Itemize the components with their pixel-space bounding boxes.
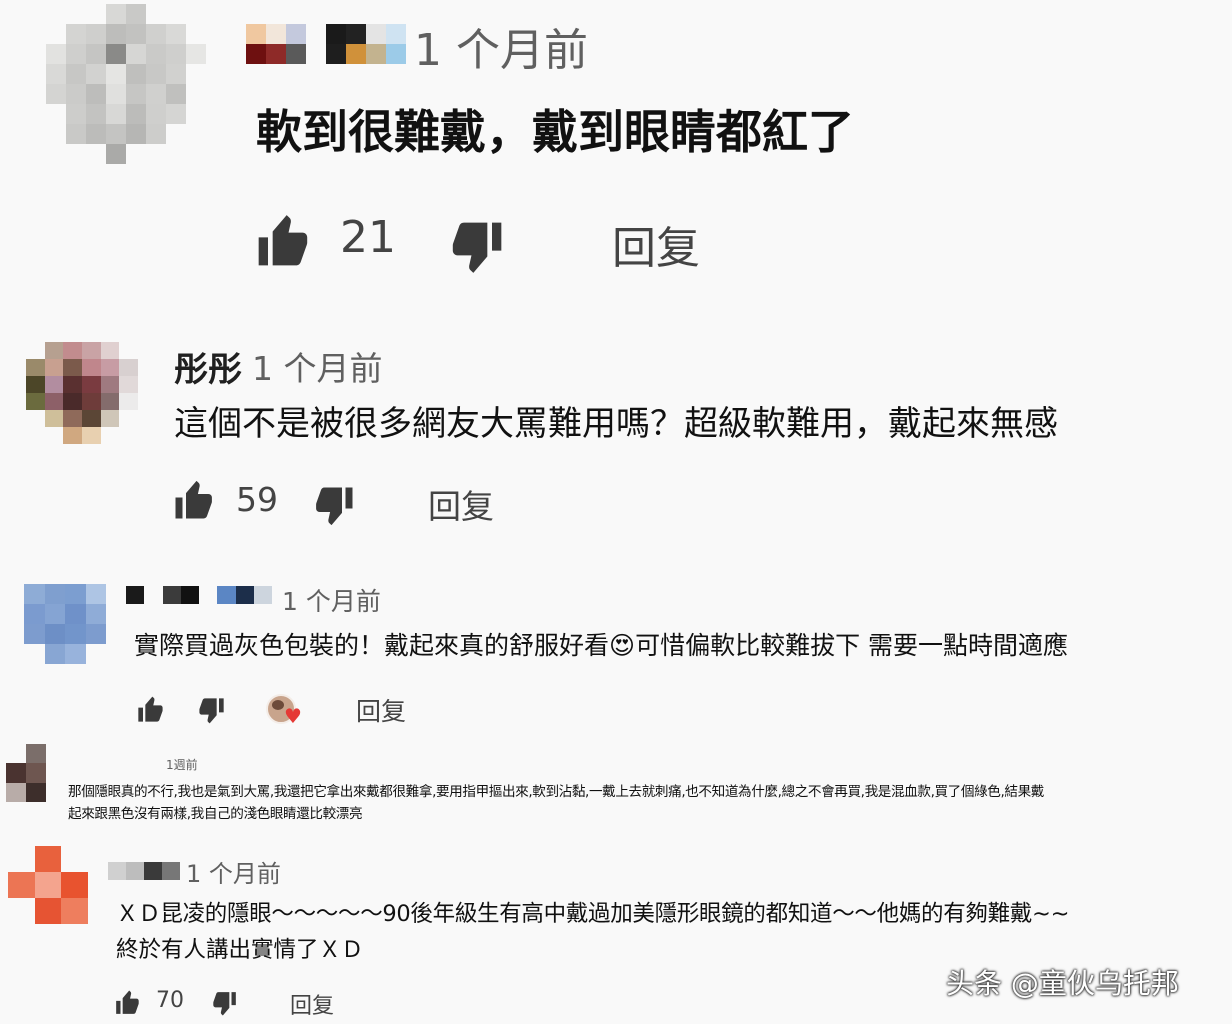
- avatar[interactable]: [46, 4, 206, 164]
- username-redacted[interactable]: [126, 586, 272, 604]
- reply-button[interactable]: 回复: [356, 692, 406, 728]
- thumbs-up-icon[interactable]: [136, 696, 164, 724]
- username-redacted[interactable]: [246, 24, 406, 64]
- avatar[interactable]: [8, 846, 88, 924]
- avatar[interactable]: [26, 342, 138, 444]
- comment-time: 1 个月前: [282, 587, 381, 616]
- comment-text: ＸＤ昆凌的隱眼～～～～～90後年級生有高中戴過加美隱形眼鏡的都知道～～他媽的有夠…: [116, 901, 1070, 927]
- like-count: 59: [236, 480, 278, 519]
- thumbs-down-icon[interactable]: [198, 696, 226, 724]
- comment-text: 實際買過灰色包裝的！戴起來真的舒服好看😍可惜偏軟比較難拔下 需要一點時間適應: [134, 631, 1069, 660]
- thumbs-up-icon[interactable]: [172, 480, 214, 522]
- comment-text: 那個隱眼真的不行,我也是氣到大罵,我還把它拿出來戴都很難拿,要用指甲摳出來,軟到…: [68, 784, 1044, 800]
- like-count: 21: [340, 212, 396, 263]
- comment-text: 這個不是被很多網友大罵難用嗎？超級軟難用，戴起來無感: [174, 404, 1058, 444]
- comment-text: 終於有人講出實情了ＸＤ: [116, 937, 364, 963]
- comment-time: 1週前: [166, 758, 198, 772]
- comment-time: 1 个月前: [186, 860, 281, 888]
- comment-time: 1 个月前: [252, 349, 383, 388]
- reply-button[interactable]: 回复: [290, 988, 334, 1020]
- thumbs-down-icon[interactable]: [314, 484, 356, 526]
- watermark: 头条 @童伙乌托邦: [946, 967, 1179, 1000]
- reply-button[interactable]: 回复: [612, 212, 700, 276]
- creator-heart-icon: ♥: [266, 694, 306, 728]
- thumbs-down-icon[interactable]: [212, 990, 238, 1016]
- comment-time: 1 个月前: [414, 25, 588, 76]
- reply-button[interactable]: 回复: [428, 480, 494, 528]
- like-count: 70: [156, 988, 184, 1013]
- avatar[interactable]: [6, 744, 46, 802]
- avatar[interactable]: [24, 584, 106, 664]
- comment-text: 軟到很難戴，戴到眼睛都紅了: [256, 105, 854, 159]
- thumbs-down-icon[interactable]: [450, 218, 506, 274]
- thumbs-up-icon[interactable]: [254, 214, 310, 270]
- username[interactable]: 彤彤: [174, 342, 242, 391]
- thumbs-up-icon[interactable]: [114, 990, 140, 1016]
- comment-text: 起來跟黑色沒有兩樣,我自己的淺色眼睛還比較漂亮: [68, 806, 363, 822]
- username-redacted[interactable]: [108, 862, 180, 880]
